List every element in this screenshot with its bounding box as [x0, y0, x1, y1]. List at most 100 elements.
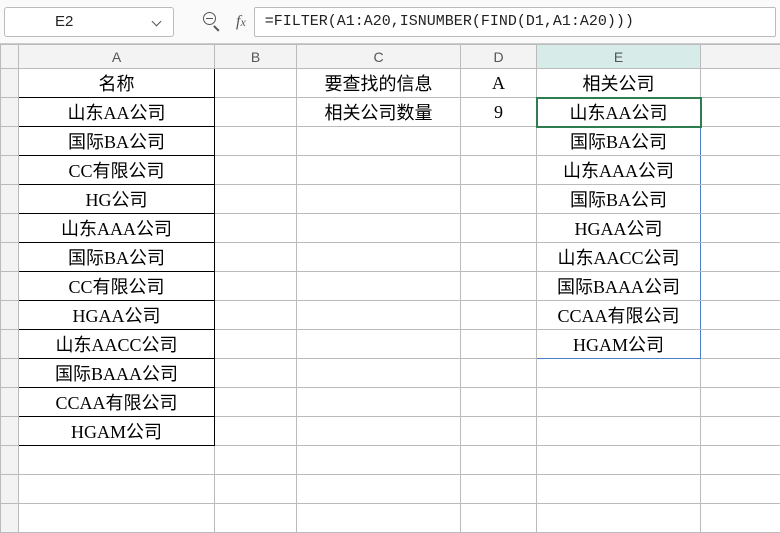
row-header[interactable] — [1, 214, 19, 243]
cell-D11[interactable] — [461, 359, 537, 388]
zoom-out-icon[interactable] — [202, 11, 224, 33]
cell-E8[interactable]: 国际BAAA公司 — [537, 272, 701, 301]
cell-A3[interactable]: 国际BA公司 — [19, 127, 215, 156]
cell-E16[interactable] — [537, 504, 701, 533]
row-header[interactable] — [1, 127, 19, 156]
row-header[interactable] — [1, 504, 19, 533]
cell-D4[interactable] — [461, 156, 537, 185]
cell-E10[interactable]: HGAM公司 — [537, 330, 701, 359]
cell-A15[interactable] — [19, 475, 215, 504]
row-header[interactable] — [1, 388, 19, 417]
cell-B3[interactable] — [215, 127, 297, 156]
cell-E1[interactable]: 相关公司 — [537, 69, 701, 98]
formula-input[interactable]: =FILTER(A1:A20,ISNUMBER(FIND(D1,A1:A20))… — [254, 7, 776, 37]
cell-A7[interactable]: 国际BA公司 — [19, 243, 215, 272]
cell-D14[interactable] — [461, 446, 537, 475]
cell-A11[interactable]: 国际BAAA公司 — [19, 359, 215, 388]
cell-C10[interactable] — [297, 330, 461, 359]
cell-A9[interactable]: HGAA公司 — [19, 301, 215, 330]
cell-F10[interactable] — [701, 330, 780, 359]
select-all-corner[interactable] — [1, 45, 19, 69]
row-header[interactable] — [1, 330, 19, 359]
cell-A1[interactable]: 名称 — [19, 69, 215, 98]
cell-E2[interactable]: 山东AA公司 — [537, 98, 701, 127]
spreadsheet-grid[interactable]: A B C D E 名称 要查找的信息 A 相关公司 山东AA公司 相关公司数量… — [0, 44, 780, 533]
col-header-A[interactable]: A — [19, 45, 215, 69]
cell-B4[interactable] — [215, 156, 297, 185]
cell-D7[interactable] — [461, 243, 537, 272]
cell-F2[interactable] — [701, 98, 780, 127]
cell-A5[interactable]: HG公司 — [19, 185, 215, 214]
cell-F7[interactable] — [701, 243, 780, 272]
cell-D1[interactable]: A — [461, 69, 537, 98]
chevron-down-icon[interactable] — [153, 16, 165, 28]
cell-C5[interactable] — [297, 185, 461, 214]
cell-D13[interactable] — [461, 417, 537, 446]
cell-A13[interactable]: HGAM公司 — [19, 417, 215, 446]
cell-D6[interactable] — [461, 214, 537, 243]
cell-A8[interactable]: CC有限公司 — [19, 272, 215, 301]
cell-D3[interactable] — [461, 127, 537, 156]
cell-E15[interactable] — [537, 475, 701, 504]
cell-E4[interactable]: 山东AAA公司 — [537, 156, 701, 185]
cell-D2[interactable]: 9 — [461, 98, 537, 127]
cell-B6[interactable] — [215, 214, 297, 243]
cell-B9[interactable] — [215, 301, 297, 330]
cell-D15[interactable] — [461, 475, 537, 504]
row-header[interactable] — [1, 417, 19, 446]
cell-A12[interactable]: CCAA有限公司 — [19, 388, 215, 417]
cell-C3[interactable] — [297, 127, 461, 156]
cell-E13[interactable] — [537, 417, 701, 446]
cell-C16[interactable] — [297, 504, 461, 533]
cell-B7[interactable] — [215, 243, 297, 272]
cell-A14[interactable] — [19, 446, 215, 475]
cell-A16[interactable] — [19, 504, 215, 533]
row-header[interactable] — [1, 69, 19, 98]
cell-B8[interactable] — [215, 272, 297, 301]
cell-D9[interactable] — [461, 301, 537, 330]
cell-F9[interactable] — [701, 301, 780, 330]
cell-D5[interactable] — [461, 185, 537, 214]
cell-C2[interactable]: 相关公司数量 — [297, 98, 461, 127]
cell-E12[interactable] — [537, 388, 701, 417]
cell-B10[interactable] — [215, 330, 297, 359]
row-header[interactable] — [1, 98, 19, 127]
cell-A4[interactable]: CC有限公司 — [19, 156, 215, 185]
cell-F3[interactable] — [701, 127, 780, 156]
cell-D10[interactable] — [461, 330, 537, 359]
cell-C12[interactable] — [297, 388, 461, 417]
cell-F16[interactable] — [701, 504, 780, 533]
cell-B12[interactable] — [215, 388, 297, 417]
cell-F8[interactable] — [701, 272, 780, 301]
cell-E3[interactable]: 国际BA公司 — [537, 127, 701, 156]
row-header[interactable] — [1, 272, 19, 301]
cell-F6[interactable] — [701, 214, 780, 243]
cell-F14[interactable] — [701, 446, 780, 475]
cell-C15[interactable] — [297, 475, 461, 504]
cell-C9[interactable] — [297, 301, 461, 330]
cell-C6[interactable] — [297, 214, 461, 243]
cell-E6[interactable]: HGAA公司 — [537, 214, 701, 243]
col-header-B[interactable]: B — [215, 45, 297, 69]
row-header[interactable] — [1, 156, 19, 185]
cell-D12[interactable] — [461, 388, 537, 417]
cell-D16[interactable] — [461, 504, 537, 533]
cell-F15[interactable] — [701, 475, 780, 504]
col-header-D[interactable]: D — [461, 45, 537, 69]
cell-B2[interactable] — [215, 98, 297, 127]
cell-C4[interactable] — [297, 156, 461, 185]
row-header[interactable] — [1, 301, 19, 330]
cell-F11[interactable] — [701, 359, 780, 388]
cell-E5[interactable]: 国际BA公司 — [537, 185, 701, 214]
row-header[interactable] — [1, 243, 19, 272]
row-header[interactable] — [1, 475, 19, 504]
cell-E9[interactable]: CCAA有限公司 — [537, 301, 701, 330]
cell-B15[interactable] — [215, 475, 297, 504]
cell-B14[interactable] — [215, 446, 297, 475]
cell-F1[interactable] — [701, 69, 780, 98]
cell-B5[interactable] — [215, 185, 297, 214]
cell-A2[interactable]: 山东AA公司 — [19, 98, 215, 127]
col-header-E[interactable]: E — [537, 45, 701, 69]
cell-F13[interactable] — [701, 417, 780, 446]
cell-F4[interactable] — [701, 156, 780, 185]
